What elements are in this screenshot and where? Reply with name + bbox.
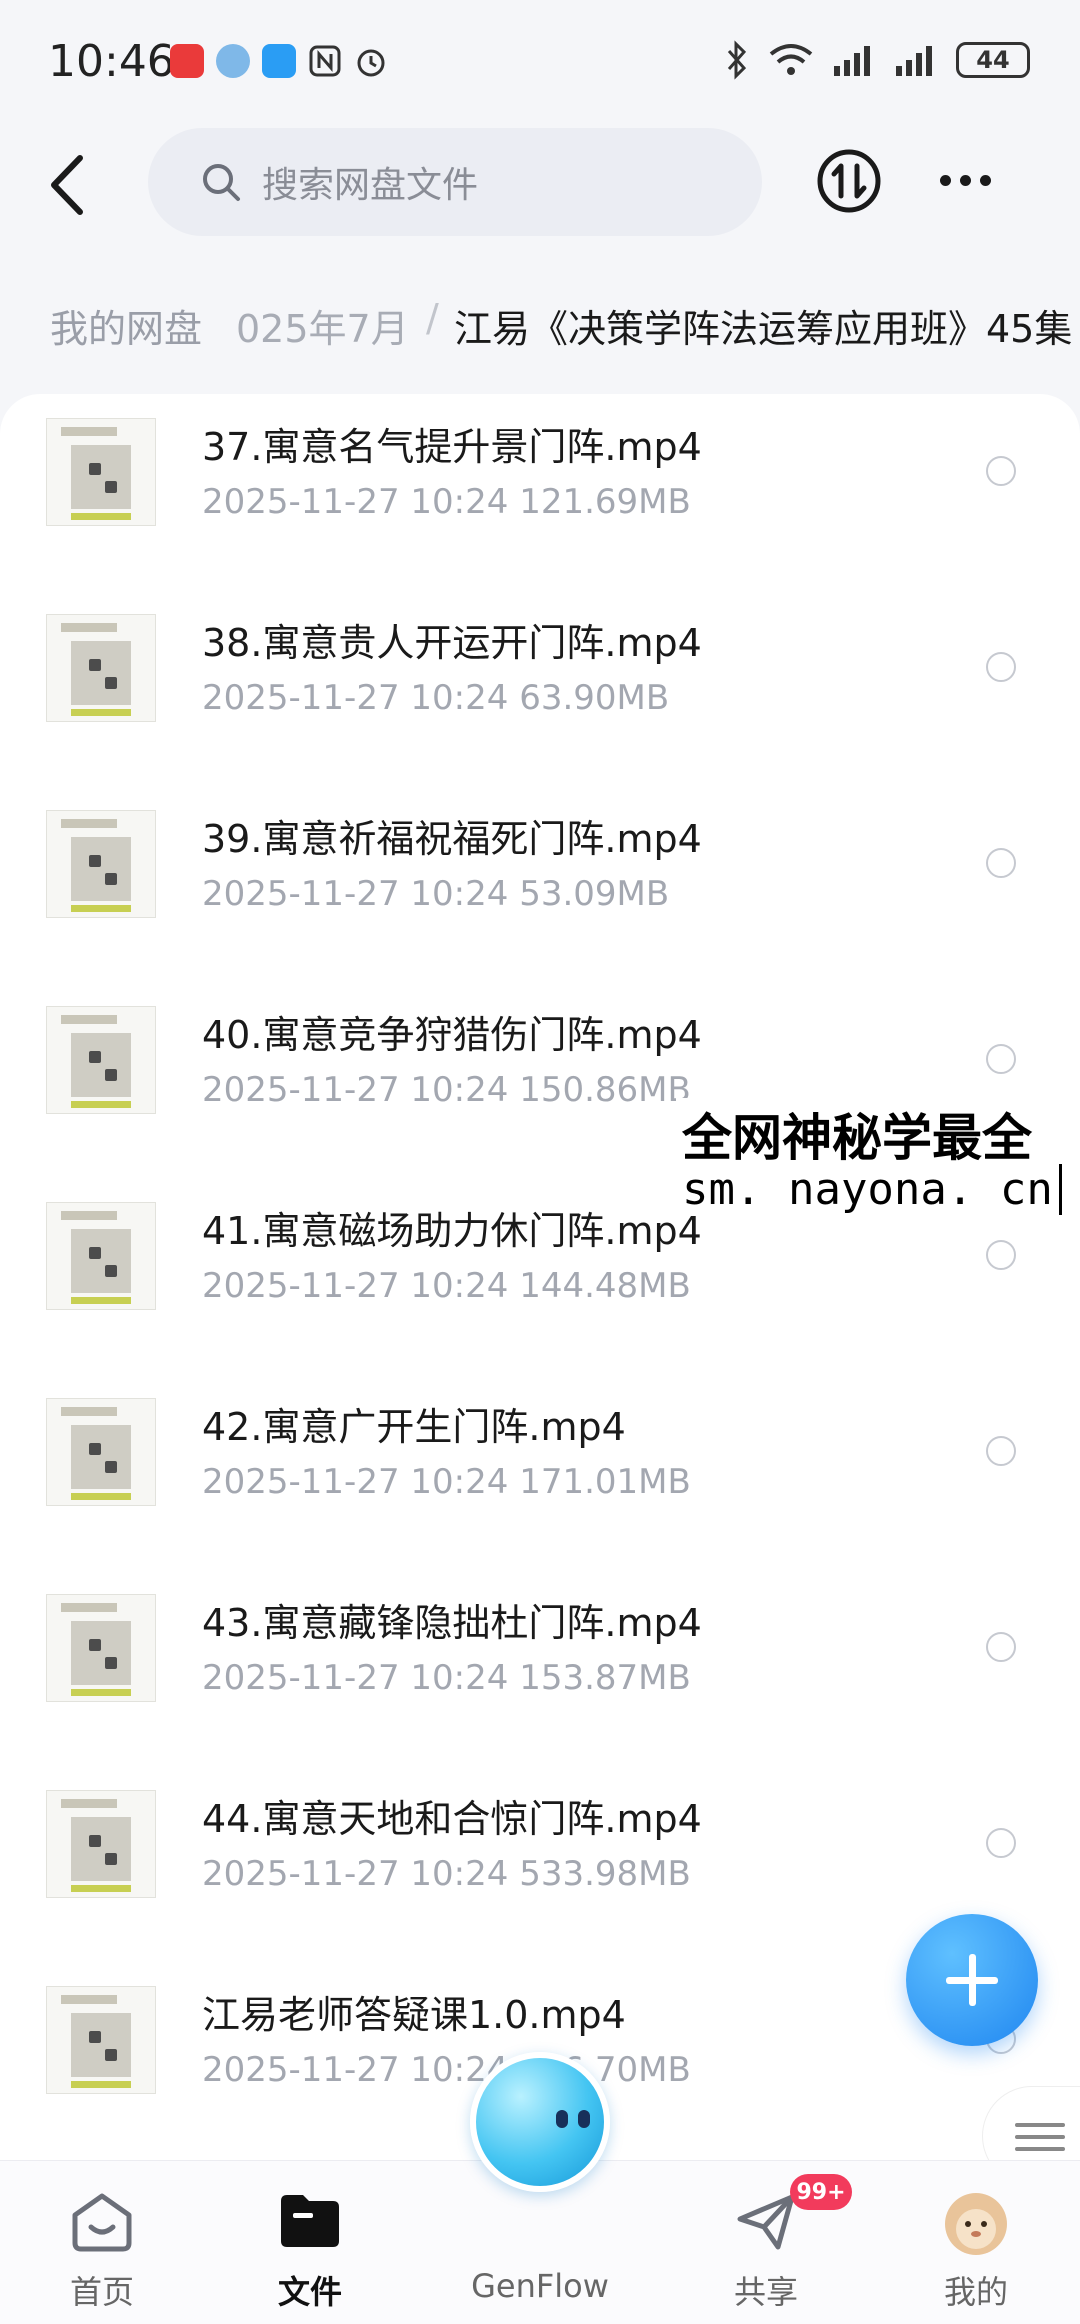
select-radio[interactable] — [986, 1044, 1016, 1074]
signal-icon-1 — [834, 46, 870, 76]
file-meta: 2025-11-27 10:24 171.01MB — [202, 1462, 691, 1502]
genflow-mascot-icon[interactable] — [470, 2052, 610, 2192]
sort-icon[interactable] — [816, 148, 882, 214]
back-button[interactable] — [40, 150, 100, 220]
nav-me[interactable]: 我的 — [916, 2161, 1036, 2324]
video-thumbnail — [46, 1202, 156, 1310]
nav-home[interactable]: 首页 — [42, 2161, 162, 2324]
select-radio[interactable] — [986, 1436, 1016, 1466]
file-name: 40.寓意竞争狩猎伤门阵.mp4 — [202, 1013, 702, 1057]
select-radio[interactable] — [986, 652, 1016, 682]
avatar — [945, 2193, 1007, 2255]
breadcrumb-separator: / — [426, 296, 439, 340]
video-thumbnail — [46, 1594, 156, 1702]
notification-icons — [170, 44, 388, 78]
file-meta: 2025-11-27 10:24 150.86MB — [202, 1070, 691, 1110]
file-row[interactable]: 37.寓意名气提升景门阵.mp4 2025-11-27 10:24 121.69… — [0, 394, 1080, 590]
file-meta: 2025-11-27 10:24 706.70MB — [202, 2050, 691, 2090]
breadcrumb-parent[interactable]: 025年7月 — [236, 298, 409, 353]
nfc-icon — [309, 45, 341, 77]
menu-line — [1015, 2135, 1065, 2139]
send-icon — [737, 2194, 795, 2250]
file-meta: 2025-11-27 10:24 533.98MB — [202, 1854, 691, 1894]
select-radio[interactable] — [986, 848, 1016, 878]
bluetooth-icon — [727, 40, 747, 80]
nav-genflow-label: GenFlow — [471, 2267, 609, 2305]
add-button[interactable] — [906, 1914, 1038, 2046]
video-thumbnail — [46, 1398, 156, 1506]
alarm-icon — [357, 49, 385, 77]
file-name: 41.寓意磁场助力休门阵.mp4 — [202, 1209, 702, 1253]
search-app-notification-icon — [262, 44, 296, 78]
nav-home-label: 首页 — [69, 2273, 134, 2311]
video-thumbnail — [46, 614, 156, 722]
video-thumbnail — [46, 1006, 156, 1114]
select-radio[interactable] — [986, 1828, 1016, 1858]
more-options-button[interactable] — [940, 160, 1000, 200]
watermark-title: 全网神秘学最全 — [676, 1098, 1038, 1170]
nav-me-label: 我的 — [943, 2273, 1008, 2311]
more-dot — [960, 174, 971, 186]
search-input[interactable]: 搜索网盘文件 — [148, 128, 762, 236]
watermark-url: sm. nayona. cn — [676, 1164, 1062, 1215]
wifi-icon — [769, 44, 813, 75]
share-badge: 99+ — [790, 2174, 852, 2210]
video-thumbnail — [46, 1986, 156, 2094]
search-placeholder: 搜索网盘文件 — [262, 165, 479, 206]
select-radio[interactable] — [986, 456, 1016, 486]
file-row[interactable]: 42.寓意广开生门阵.mp4 2025-11-27 10:24 171.01MB — [0, 1374, 1080, 1570]
signal-icon-2 — [896, 46, 932, 76]
file-meta: 2025-11-27 10:24 63.90MB — [202, 678, 670, 718]
battery-indicator: 44 — [956, 42, 1030, 78]
file-meta: 2025-11-27 10:24 121.69MB — [202, 482, 691, 522]
system-status-icons: 44 — [724, 40, 1030, 80]
status-bar: 10:46 44 — [0, 0, 1080, 130]
file-name: 38.寓意贵人开运开门阵.mp4 — [202, 621, 702, 665]
file-name: 44.寓意天地和合惊门阵.mp4 — [202, 1797, 702, 1841]
nav-files[interactable]: 文件 — [250, 2161, 370, 2324]
breadcrumb-current: 江易《决策学阵法运筹应用班》45集 — [454, 307, 1073, 351]
folder-icon — [281, 2195, 339, 2247]
menu-line — [1015, 2147, 1065, 2151]
video-thumbnail — [46, 1790, 156, 1898]
more-dot — [940, 174, 951, 186]
status-time: 10:46 — [48, 36, 175, 87]
file-meta: 2025-11-27 10:24 144.48MB — [202, 1266, 691, 1306]
nav-files-label: 文件 — [277, 2273, 342, 2311]
video-thumbnail — [46, 810, 156, 918]
breadcrumb: 我的网盘 025年7月 / 江易《决策学阵法运筹应用班》45集 — [0, 290, 1080, 360]
search-icon — [203, 164, 240, 201]
more-dot — [980, 174, 991, 186]
cloud-app-notification-icon — [216, 44, 250, 78]
breadcrumb-root[interactable]: 我的网盘 — [50, 298, 221, 353]
select-radio[interactable] — [986, 1240, 1016, 1270]
mascot-eye — [556, 2110, 568, 2128]
file-row[interactable]: 39.寓意祈福祝福死门阵.mp4 2025-11-27 10:24 53.09M… — [0, 786, 1080, 982]
nav-share-label: 共享 — [733, 2273, 798, 2311]
file-name: 43.寓意藏锋隐拙杜门阵.mp4 — [202, 1601, 702, 1645]
file-row[interactable]: 44.寓意天地和合惊门阵.mp4 2025-11-27 10:24 533.98… — [0, 1766, 1080, 1962]
select-radio[interactable] — [986, 1632, 1016, 1662]
file-row[interactable]: 43.寓意藏锋隐拙杜门阵.mp4 2025-11-27 10:24 153.87… — [0, 1570, 1080, 1766]
red-app-notification-icon — [170, 44, 204, 78]
file-meta: 2025-11-27 10:24 53.09MB — [202, 874, 670, 914]
menu-line — [1015, 2123, 1065, 2127]
home-icon — [72, 2193, 132, 2252]
file-name: 39.寓意祈福祝福死门阵.mp4 — [202, 817, 702, 861]
file-row[interactable]: 38.寓意贵人开运开门阵.mp4 2025-11-27 10:24 63.90M… — [0, 590, 1080, 786]
file-meta: 2025-11-27 10:24 153.87MB — [202, 1658, 691, 1698]
video-thumbnail — [46, 418, 156, 526]
file-list: 37.寓意名气提升景门阵.mp4 2025-11-27 10:24 121.69… — [0, 394, 1080, 2174]
mascot-eye — [578, 2110, 590, 2128]
file-name: 37.寓意名气提升景门阵.mp4 — [202, 425, 702, 469]
file-name: 42.寓意广开生门阵.mp4 — [202, 1405, 626, 1449]
file-name: 江易老师答疑课1.0.mp4 — [202, 1993, 626, 2037]
